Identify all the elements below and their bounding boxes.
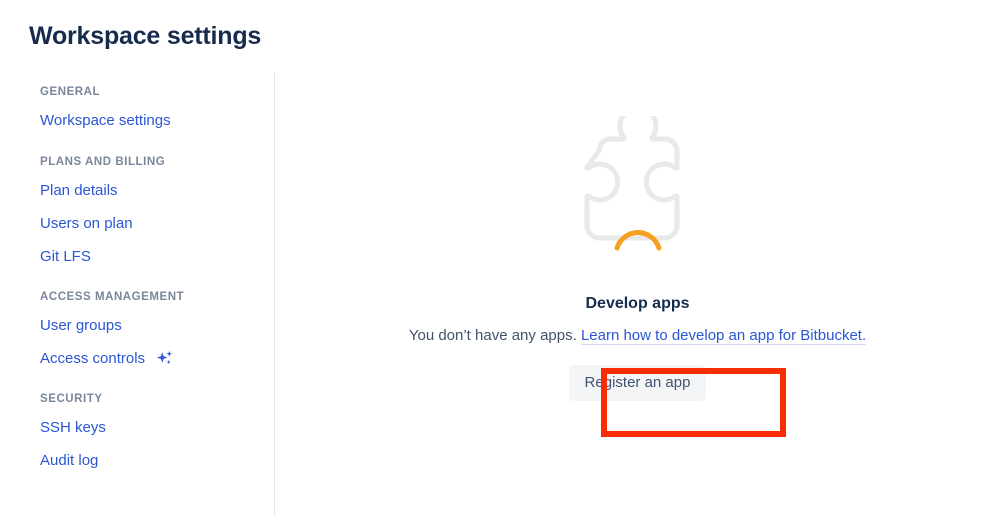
settings-sidebar: GENERAL Workspace settings PLANS AND BIL…: [0, 72, 275, 516]
sidebar-item-workspace-settings[interactable]: Workspace settings: [0, 104, 274, 137]
develop-apps-empty-state: Develop apps You don’t have any apps. Le…: [276, 105, 999, 401]
page-title: Workspace settings: [29, 22, 262, 50]
sidebar-item-label: SSH keys: [40, 418, 106, 436]
sidebar-item-label: Git LFS: [40, 247, 91, 265]
sidebar-heading-security: SECURITY: [40, 393, 103, 405]
sidebar-item-users-on-plan[interactable]: Users on plan: [0, 207, 274, 240]
develop-app-docs-link[interactable]: Learn how to develop an app for Bitbucke…: [580, 327, 867, 345]
sidebar-item-label: Workspace settings: [40, 111, 171, 129]
sidebar-item-ssh-keys[interactable]: SSH keys: [0, 411, 274, 444]
sidebar-group-general: GENERAL Workspace settings: [0, 80, 274, 137]
sidebar-item-git-lfs[interactable]: Git LFS: [0, 240, 274, 273]
main-content: Develop apps You don’t have any apps. Le…: [276, 72, 999, 516]
sidebar-item-plan-details[interactable]: Plan details: [0, 174, 274, 207]
empty-state-description: You don’t have any apps. Learn how to de…: [408, 326, 867, 346]
sidebar-item-access-controls[interactable]: Access controls: [0, 342, 274, 375]
sidebar-heading-general: GENERAL: [40, 86, 101, 98]
sidebar-item-label: Users on plan: [40, 214, 133, 232]
sparkle-icon: [155, 349, 174, 368]
sidebar-group-plans-and-billing: PLANS AND BILLING Plan details Users on …: [0, 150, 274, 273]
empty-state-description-text: You don’t have any apps.: [408, 327, 581, 344]
sidebar-item-label: User groups: [40, 316, 122, 334]
register-an-app-button[interactable]: Register an app: [568, 365, 707, 401]
sidebar-item-audit-log[interactable]: Audit log: [0, 444, 274, 477]
puzzle-piece-sad-icon: [574, 105, 702, 276]
empty-state-heading: Develop apps: [585, 295, 690, 312]
sidebar-item-label: Access controls: [40, 349, 146, 367]
sidebar-group-access-management: ACCESS MANAGEMENT User groups Access con…: [0, 285, 274, 375]
sidebar-group-security: SECURITY SSH keys Audit log: [0, 387, 274, 477]
sidebar-item-user-groups[interactable]: User groups: [0, 309, 274, 342]
sidebar-item-label: Audit log: [40, 451, 99, 469]
sidebar-item-label: Plan details: [40, 181, 118, 199]
sidebar-heading-access-management: ACCESS MANAGEMENT: [40, 291, 185, 303]
sidebar-heading-plans-and-billing: PLANS AND BILLING: [40, 156, 166, 168]
